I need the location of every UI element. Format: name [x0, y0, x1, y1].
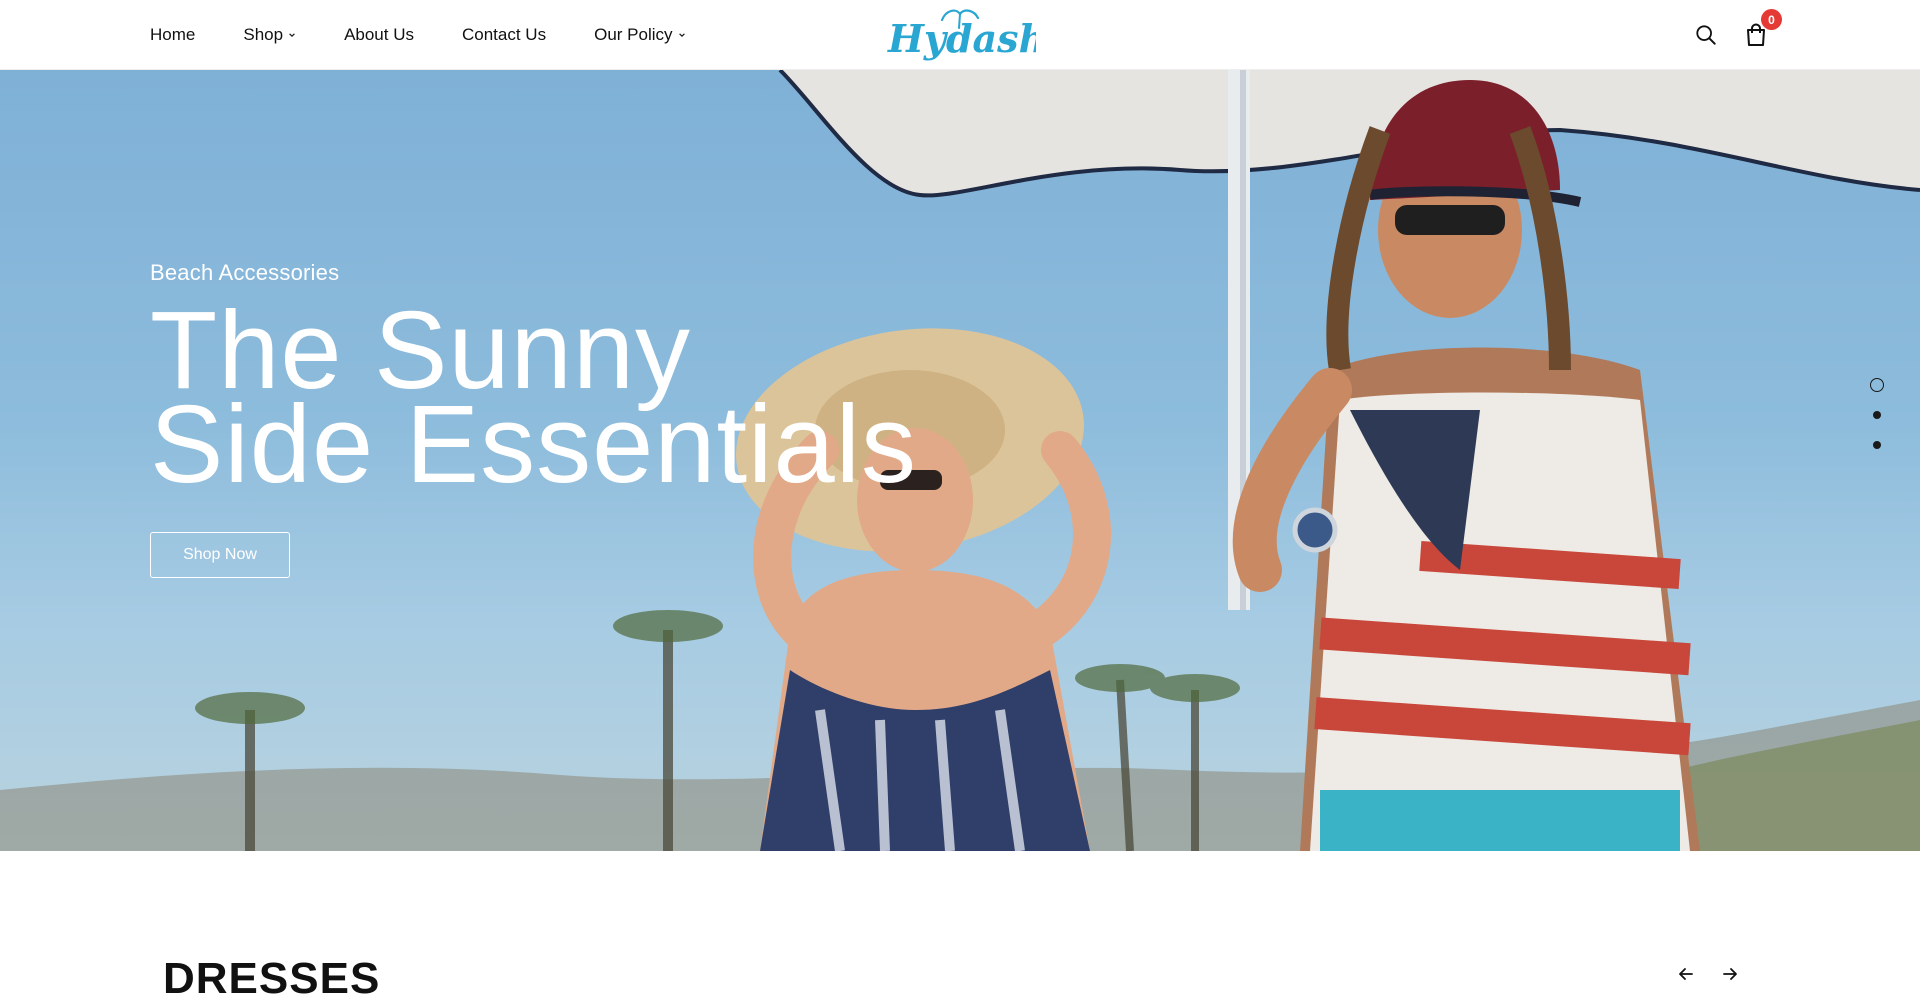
nav-home-label: Home [150, 25, 196, 44]
arrow-left-icon [1679, 968, 1693, 980]
nav-shop-label: Shop [243, 25, 284, 44]
nav-home[interactable]: Home [150, 25, 195, 45]
hero-title: The Sunny Side Essentials [150, 296, 917, 500]
nav-shop[interactable]: Shop [243, 25, 296, 45]
hero-content: Beach Accessories The Sunny Side Essenti… [150, 260, 917, 578]
nav-policy-label: Our Policy [594, 25, 673, 44]
arrow-right-icon [1723, 968, 1737, 980]
nav-our-policy[interactable]: Our Policy [594, 25, 685, 45]
shop-now-button[interactable]: Shop Now [150, 532, 290, 578]
search-icon [1696, 25, 1716, 45]
nav-about-label: About Us [344, 25, 414, 44]
slide-dot-2[interactable] [1873, 411, 1881, 419]
chevron-down-icon [678, 33, 685, 37]
svg-text:Hydashop: Hydashop [887, 16, 1036, 61]
main-nav: Home Shop About Us Contact Us Our Policy [150, 0, 734, 70]
hero-title-line-2: Side Essentials [150, 383, 918, 506]
chevron-down-icon [289, 33, 295, 37]
search-button[interactable] [1692, 21, 1720, 49]
site-logo[interactable]: Hydashop [886, 6, 1036, 64]
header-actions: 0 [1692, 0, 1782, 70]
slide-dot-1[interactable] [1870, 378, 1884, 392]
site-header: Home Shop About Us Contact Us Our Policy… [0, 0, 1920, 70]
section-title: DRESSES [163, 954, 381, 1003]
cart-button[interactable]: 0 [1742, 9, 1782, 49]
slider-pagination [1870, 370, 1884, 460]
nav-about-us[interactable]: About Us [344, 25, 414, 45]
carousel-arrows [1674, 962, 1742, 986]
cart-count-badge: 0 [1761, 9, 1782, 30]
slide-dot-3[interactable] [1873, 441, 1881, 449]
hero-slider: Beach Accessories The Sunny Side Essenti… [0, 70, 1920, 851]
nav-contact-label: Contact Us [462, 25, 547, 44]
next-button[interactable] [1718, 962, 1742, 986]
prev-button[interactable] [1674, 962, 1698, 986]
nav-contact-us[interactable]: Contact Us [462, 25, 546, 45]
hero-eyebrow: Beach Accessories [150, 260, 340, 285]
